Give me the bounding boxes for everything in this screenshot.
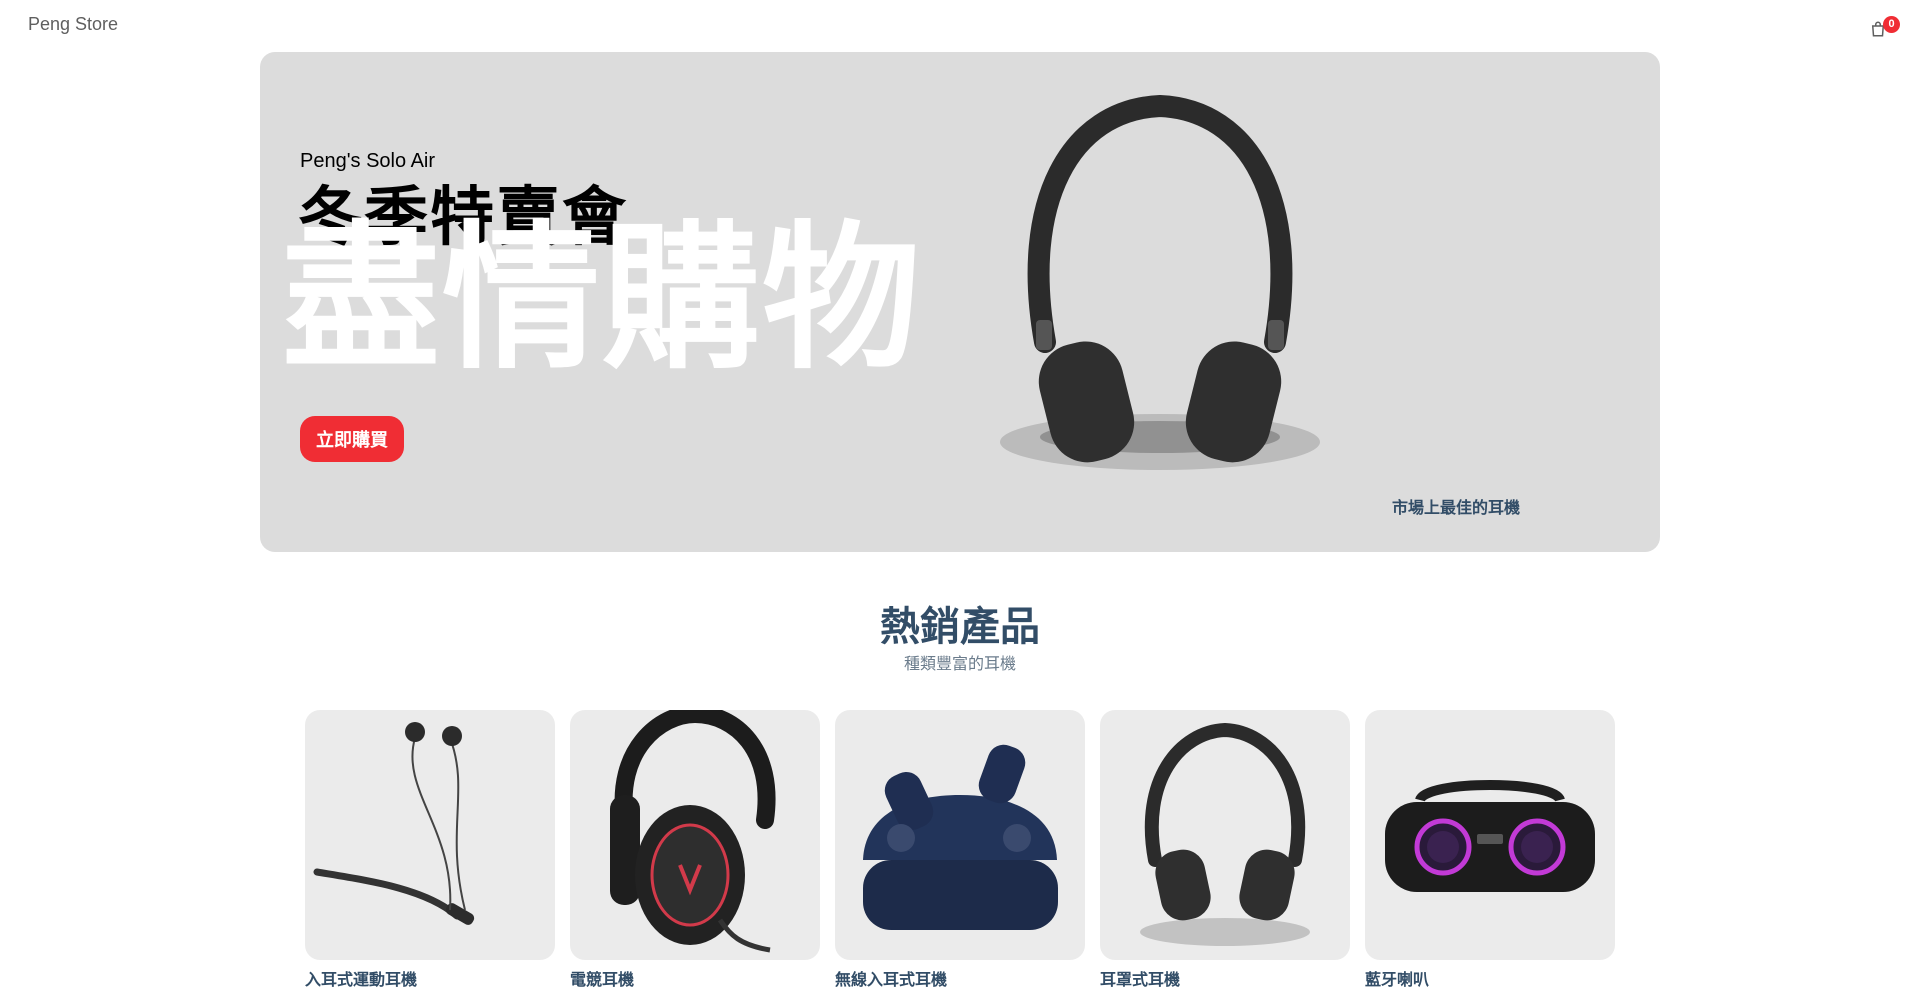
product-image[interactable]	[305, 710, 555, 960]
product-card[interactable]: 無線入耳式耳機	[835, 710, 1085, 996]
product-card[interactable]: 藍牙喇叭	[1365, 710, 1615, 996]
hero-description: 市場上最佳的耳機	[1392, 498, 1521, 517]
product-image[interactable]	[835, 710, 1085, 960]
product-card[interactable]: 耳罩式耳機	[1100, 710, 1350, 996]
hero-headphones-image	[1000, 94, 1320, 470]
product-card[interactable]: 入耳式運動耳機	[305, 710, 555, 996]
product-image[interactable]	[1365, 710, 1615, 960]
hero-large-text: 盡情購物	[282, 207, 922, 391]
products-subheading: 種類豐富的耳機	[903, 654, 1016, 673]
neckband-earphones-image	[313, 722, 475, 925]
wireless-earbuds-image	[863, 744, 1058, 930]
cart-button[interactable]: 0	[1868, 16, 1900, 42]
product-name[interactable]: 藍牙喇叭	[1365, 966, 1615, 990]
navbar: Peng Store 0	[0, 0, 1920, 52]
product-name[interactable]: 入耳式運動耳機	[305, 966, 555, 990]
cart-count-badge: 0	[1883, 16, 1900, 33]
store-logo-link[interactable]: Peng Store	[28, 14, 118, 35]
product-name[interactable]: 耳罩式耳機	[1100, 966, 1350, 990]
gaming-headset-image	[610, 710, 776, 953]
hero-banner: Peng's Solo Air 冬季特賣會 盡情購物 立即購買 市場上最佳的耳機	[260, 52, 1660, 552]
bluetooth-speaker-image	[1385, 780, 1595, 892]
buy-now-button[interactable]: 立即購買	[300, 416, 404, 462]
product-image[interactable]	[570, 710, 820, 960]
product-name[interactable]: 電競耳機	[570, 966, 820, 990]
product-card[interactable]: 電競耳機	[570, 710, 820, 996]
product-image[interactable]	[1100, 710, 1350, 960]
product-name[interactable]: 無線入耳式耳機	[835, 966, 1085, 990]
over-ear-headphones-image	[1140, 722, 1310, 946]
products-heading: 熱銷產品	[880, 604, 1040, 650]
